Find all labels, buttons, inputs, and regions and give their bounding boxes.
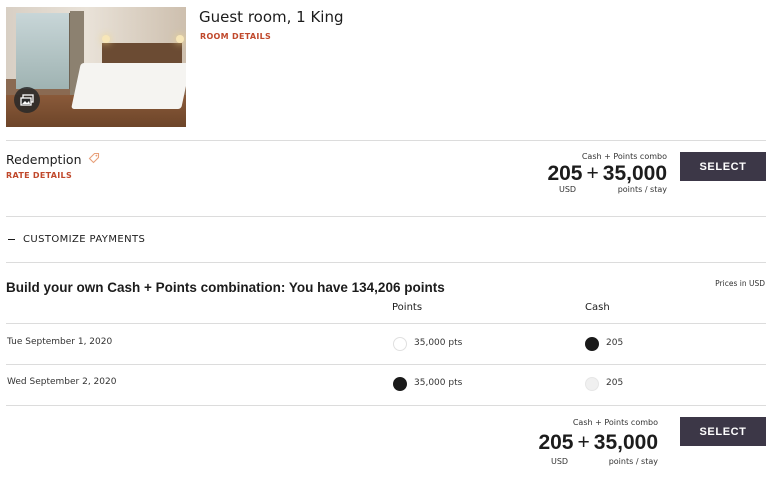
summary-points: 35,000 [593, 431, 658, 454]
photo-lamp [176, 35, 184, 43]
combo-plus: + [586, 162, 599, 185]
room-photo[interactable] [6, 7, 186, 127]
photo-lamp [102, 35, 110, 43]
builder-heading: Build your own Cash + Points combination… [6, 280, 445, 295]
rate-details-link[interactable]: RATE DETAILS [6, 171, 72, 180]
divider [6, 262, 766, 263]
night-date: Tue September 1, 2020 [7, 337, 113, 347]
points-radio[interactable] [393, 337, 407, 351]
combo-points-unit: points / stay [617, 185, 667, 194]
rate-name-row: Redemption [6, 152, 100, 167]
divider [6, 323, 766, 324]
combo-label: Cash + Points combo [581, 152, 667, 161]
divider [6, 405, 766, 406]
customize-payments-toggle[interactable]: CUSTOMIZE PAYMENTS [8, 234, 145, 245]
cash-radio[interactable] [585, 377, 599, 391]
select-button[interactable]: SELECT [680, 152, 766, 181]
cash-radio[interactable] [585, 337, 599, 351]
room-details-link[interactable]: ROOM DETAILS [200, 32, 271, 41]
points-radio-label[interactable]: 35,000 pts [414, 378, 462, 388]
tag-icon[interactable] [88, 152, 100, 167]
customize-payments-label: CUSTOMIZE PAYMENTS [23, 234, 146, 245]
night-date: Wed September 2, 2020 [7, 377, 117, 387]
combo-price: 205 +35,000 [547, 162, 667, 186]
points-radio[interactable] [393, 377, 407, 391]
points-column-header: Points [392, 302, 423, 313]
summary-combo-price: 205 +35,000 [538, 431, 658, 455]
divider [6, 364, 766, 365]
photo-bed [71, 63, 186, 109]
cash-radio-label[interactable]: 205 [606, 378, 623, 388]
cash-radio-label[interactable]: 205 [606, 338, 623, 348]
room-title: Guest room, 1 King [199, 8, 344, 26]
prices-currency-note: Prices in USD [715, 279, 765, 288]
summary-points-unit: points / stay [608, 457, 658, 466]
summary-select-button[interactable]: SELECT [680, 417, 766, 446]
combo-points: 35,000 [602, 162, 667, 185]
photo-window [16, 13, 74, 89]
divider [6, 140, 766, 141]
cash-column-header: Cash [585, 302, 610, 313]
combo-cash: 205 [547, 162, 583, 185]
summary-plus: + [577, 431, 590, 454]
summary-combo-label: Cash + Points combo [572, 418, 658, 427]
summary-cash-unit: USD [551, 457, 569, 466]
combo-cash-unit: USD [559, 185, 577, 194]
summary-cash: 205 [538, 431, 574, 454]
divider [6, 216, 766, 217]
rate-name: Redemption [6, 152, 82, 167]
gallery-icon[interactable] [14, 87, 40, 113]
minus-icon [8, 238, 15, 241]
points-radio-label[interactable]: 35,000 pts [414, 338, 462, 348]
